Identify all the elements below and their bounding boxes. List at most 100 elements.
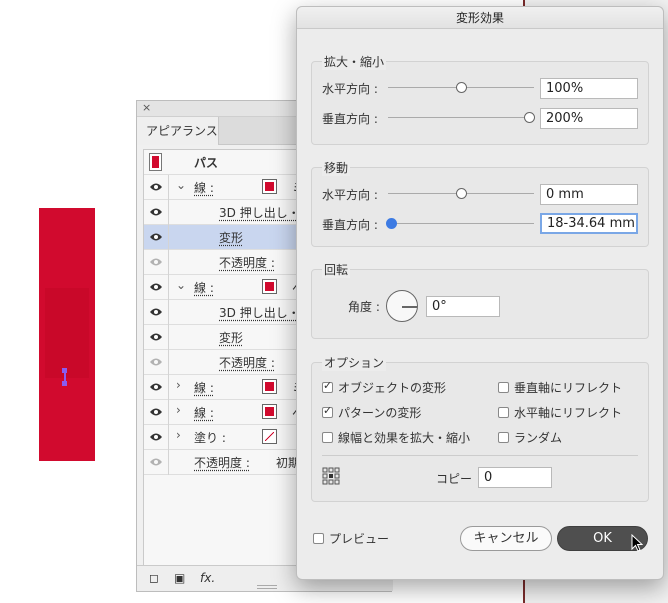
- mouse-cursor-icon: [631, 534, 643, 552]
- random-checkbox[interactable]: ランダム: [498, 429, 562, 446]
- checkbox-icon: [498, 432, 509, 443]
- checkbox-icon: [313, 533, 324, 544]
- move-vertical-label: 垂直方向 :: [322, 218, 378, 232]
- fill-swatch-none[interactable]: [262, 429, 277, 444]
- scale-vertical-label: 垂直方向 :: [322, 112, 378, 126]
- chevron-down-icon[interactable]: ⌄: [176, 278, 186, 292]
- chevron-right-icon[interactable]: ›: [176, 378, 181, 392]
- row-separator: [168, 200, 169, 225]
- move-group: 移動 水平方向 : 0 mm 垂直方向 : 18-34.64 mm: [311, 159, 649, 247]
- move-vertical-slider-knob[interactable]: [386, 218, 397, 229]
- scale-horizontal-label: 水平方向 :: [322, 82, 378, 96]
- close-icon[interactable]: ×: [142, 101, 151, 114]
- object-type-label: パス: [194, 156, 219, 170]
- scale-strokes-label: 線幅と効果を拡大・縮小: [338, 431, 471, 445]
- scale-strokes-checkbox[interactable]: 線幅と効果を拡大・縮小: [322, 429, 470, 446]
- eye-icon[interactable]: [149, 331, 163, 343]
- opacity-link[interactable]: 不透明度 :: [194, 454, 250, 471]
- stroke-swatch[interactable]: [262, 404, 277, 419]
- angle-dial-icon[interactable]: [386, 290, 418, 322]
- resize-grip-icon[interactable]: [257, 585, 277, 589]
- anchor-handle[interactable]: [62, 368, 68, 386]
- move-horizontal-input[interactable]: 0 mm: [540, 184, 638, 205]
- random-label: ランダム: [514, 431, 563, 445]
- scale-vertical-input[interactable]: 200%: [540, 108, 638, 129]
- artwork-shading: [45, 288, 89, 378]
- add-fill-icon[interactable]: ▣: [174, 571, 185, 585]
- eye-icon[interactable]: [149, 181, 163, 193]
- dialog-title: 変形効果: [297, 7, 663, 29]
- row-separator: [168, 425, 169, 450]
- tab-appearance[interactable]: アピアランス: [137, 117, 219, 145]
- row-separator: [168, 325, 169, 350]
- eye-icon[interactable]: [149, 381, 163, 393]
- chevron-down-icon[interactable]: ⌄: [176, 178, 186, 192]
- fx-icon[interactable]: fx.: [200, 571, 215, 585]
- transform-patterns-checkbox[interactable]: パターンの変形: [322, 404, 421, 421]
- row-separator: [168, 375, 169, 400]
- move-horizontal-slider-knob[interactable]: [456, 188, 467, 199]
- add-stroke-icon[interactable]: ◻: [149, 571, 159, 585]
- options-divider: [322, 455, 638, 456]
- reflect-y-label: 垂直軸にリフレクト: [514, 381, 623, 395]
- copies-label: コピー: [436, 472, 473, 486]
- preview-checkbox[interactable]: プレビュー: [313, 530, 389, 547]
- transform-effect-dialog: 変形効果 拡大・縮小 水平方向 : 100% 垂直方向 : 200% 移動 水平…: [296, 6, 664, 580]
- reflect-y-checkbox[interactable]: 垂直軸にリフレクト: [498, 379, 622, 396]
- copies-input[interactable]: 0: [478, 467, 552, 488]
- transform-objects-label: オブジェクトの変形: [338, 381, 447, 395]
- stroke-label[interactable]: 線 :: [194, 404, 214, 421]
- eye-icon[interactable]: [149, 256, 163, 268]
- scale-vertical-slider-track[interactable]: [388, 117, 534, 118]
- effect-3d-link[interactable]: 3D 押し出し・: [219, 204, 300, 221]
- rotate-group: 回転 角度 : 0°: [311, 261, 649, 339]
- checkbox-checked-icon: [322, 404, 333, 418]
- chevron-right-icon[interactable]: ›: [176, 428, 181, 442]
- path-object-icon: [149, 153, 162, 171]
- eye-icon[interactable]: [149, 281, 163, 293]
- checkbox-icon: [498, 382, 509, 393]
- move-vertical-slider-track[interactable]: [388, 223, 534, 224]
- reflect-x-label: 水平軸にリフレクト: [514, 406, 623, 420]
- eye-icon[interactable]: [149, 231, 163, 243]
- stroke-label[interactable]: 線 :: [194, 279, 214, 296]
- stroke-swatch[interactable]: [262, 379, 277, 394]
- row-separator: [168, 175, 169, 200]
- row-separator: [168, 300, 169, 325]
- effect-transform-link[interactable]: 変形: [219, 229, 243, 246]
- checkbox-icon: [322, 432, 333, 443]
- eye-icon[interactable]: [149, 431, 163, 443]
- effect-transform-link[interactable]: 変形: [219, 329, 243, 346]
- eye-icon[interactable]: [149, 406, 163, 418]
- stroke-label[interactable]: 線 :: [194, 179, 214, 196]
- move-group-title: 移動: [322, 159, 351, 176]
- effect-3d-link[interactable]: 3D 押し出し・: [219, 304, 300, 321]
- angle-input[interactable]: 0°: [426, 296, 500, 317]
- reference-point-icon[interactable]: [322, 467, 340, 485]
- stroke-swatch[interactable]: [262, 279, 277, 294]
- fill-label: 塗り :: [194, 431, 226, 445]
- chevron-right-icon[interactable]: ›: [176, 403, 181, 417]
- stroke-label[interactable]: 線 :: [194, 379, 214, 396]
- artwork-red-path[interactable]: [39, 208, 95, 461]
- move-vertical-input[interactable]: 18-34.64 mm: [540, 213, 638, 234]
- scale-vertical-slider-knob[interactable]: [524, 112, 535, 123]
- eye-icon[interactable]: [149, 306, 163, 318]
- cancel-button[interactable]: キャンセル: [460, 526, 552, 551]
- angle-label: 角度 :: [348, 300, 380, 314]
- reflect-x-checkbox[interactable]: 水平軸にリフレクト: [498, 404, 622, 421]
- eye-icon[interactable]: [149, 206, 163, 218]
- scale-horizontal-input[interactable]: 100%: [540, 78, 638, 99]
- opacity-link[interactable]: 不透明度 :: [219, 254, 275, 271]
- checkbox-checked-icon: [322, 379, 333, 393]
- row-separator: [168, 350, 169, 375]
- transform-objects-checkbox[interactable]: オブジェクトの変形: [322, 379, 446, 396]
- options-group: オプション オブジェクトの変形 垂直軸にリフレクト パターンの変形 水平軸にリフ…: [311, 354, 649, 502]
- eye-icon[interactable]: [149, 456, 163, 468]
- eye-icon[interactable]: [149, 356, 163, 368]
- preview-label: プレビュー: [329, 532, 390, 546]
- rotate-group-title: 回転: [322, 261, 351, 278]
- opacity-link[interactable]: 不透明度 :: [219, 354, 275, 371]
- scale-horizontal-slider-knob[interactable]: [456, 82, 467, 93]
- stroke-swatch[interactable]: [262, 179, 277, 194]
